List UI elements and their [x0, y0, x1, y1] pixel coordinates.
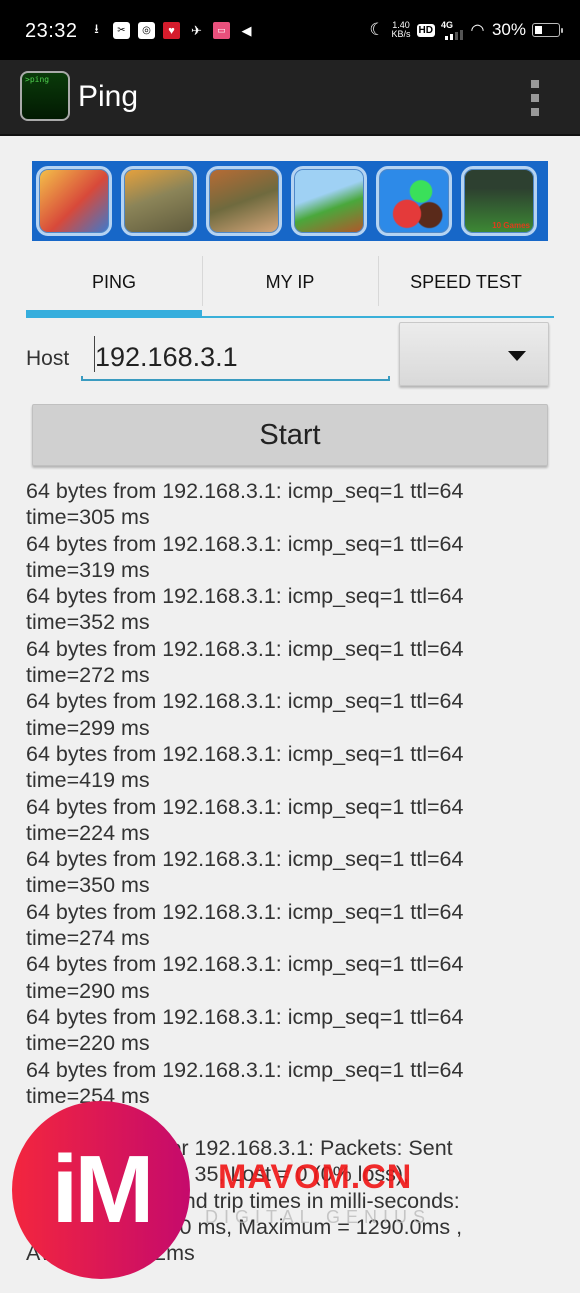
log-line: 64 bytes from 192.168.3.1: icmp_seq=1 tt…	[26, 636, 464, 661]
overflow-dot	[531, 80, 539, 88]
tab-label: MY IP	[265, 271, 315, 292]
text-cursor	[94, 336, 95, 372]
log-line: time=305 ms	[26, 505, 150, 530]
log-line: 64 bytes from 192.168.3.1: icmp_seq=1 tt…	[26, 584, 464, 609]
protocol-dropdown[interactable]	[399, 322, 549, 386]
log-line: time=419 ms	[26, 768, 150, 793]
tab-label: PING	[91, 271, 136, 292]
ping-log: 64 bytes from 192.168.3.1: icmp_seq=1 tt…	[26, 478, 556, 1109]
ad-caption: 10 Games	[492, 221, 530, 230]
pink-app-icon: ▭	[213, 22, 230, 39]
watermark-logo: iM	[12, 1101, 190, 1279]
tab-indicator	[202, 316, 378, 318]
overflow-dot	[531, 108, 539, 116]
dropdown-arrow-icon	[508, 351, 526, 361]
watermark-tagline: DIGITAL GENIUS	[205, 1207, 432, 1227]
game-ad-candy[interactable]	[376, 166, 452, 236]
game-ad-subway-runner[interactable]	[36, 166, 112, 236]
app-logo-icon: >ping	[20, 71, 70, 121]
watermark-logo-text: iM	[51, 1136, 155, 1243]
notification-icons: ⭳ ✂ ◎ ♥ ✈ ▭ ◀	[88, 20, 255, 39]
game-ad-tank[interactable]	[121, 166, 197, 236]
log-line: 64 bytes from 192.168.3.1: icmp_seq=1 tt…	[26, 794, 464, 819]
battery-percent: 30%	[491, 20, 526, 39]
game-ad-platformer[interactable]	[291, 166, 367, 236]
battery-icon	[532, 23, 563, 37]
game-ad-soldier[interactable]	[206, 166, 282, 236]
log-line: time=224 ms	[26, 820, 150, 845]
log-line: time=274 ms	[26, 926, 150, 951]
log-line: 64 bytes from 192.168.3.1: icmp_seq=1 tt…	[26, 689, 464, 714]
tab-bar: PING MY IP SPEED TEST	[26, 254, 554, 320]
log-line: 64 bytes from 192.168.3.1: icmp_seq=1 tt…	[26, 741, 464, 766]
ad-banner[interactable]: 10 Games	[32, 161, 548, 241]
heart-app-icon: ♥	[163, 22, 180, 39]
bird-icon: ✈	[191, 22, 202, 38]
log-line: time=319 ms	[26, 557, 150, 582]
log-line: time=220 ms	[26, 1031, 150, 1056]
status-time: 23:32	[25, 20, 78, 42]
tab-my-ip[interactable]: MY IP	[202, 254, 378, 318]
tab-ping[interactable]: PING	[26, 254, 202, 318]
log-line: 64 bytes from 192.168.3.1: icmp_seq=1 tt…	[26, 899, 464, 924]
host-label: Host	[26, 347, 70, 370]
hd-voice-icon: HD	[416, 23, 435, 37]
tab-speed-test[interactable]: SPEED TEST	[378, 254, 554, 318]
tab-indicator	[378, 316, 554, 318]
speaker-icon: ◀	[241, 22, 252, 38]
log-line: 64 bytes from 192.168.3.1: icmp_seq=1 tt…	[26, 531, 464, 556]
log-line: 64 bytes from 192.168.3.1: icmp_seq=1 tt…	[26, 1004, 464, 1029]
log-line: time=290 ms	[26, 978, 150, 1003]
game-ad-soccer[interactable]: 10 Games	[461, 166, 537, 236]
download-icon: ⭳	[94, 20, 99, 36]
host-input[interactable]	[81, 335, 390, 379]
log-line: time=352 ms	[26, 610, 150, 635]
network-speed: 1.40 KB/s	[392, 21, 411, 39]
log-line: 64 bytes from 192.168.3.1: icmp_seq=1 tt…	[26, 479, 464, 503]
overflow-dot	[531, 94, 539, 102]
tab-label: SPEED TEST	[410, 271, 522, 292]
tab-indicator-active	[26, 310, 202, 318]
overflow-menu-button[interactable]	[528, 80, 542, 116]
search-app-icon: ◎	[138, 22, 155, 39]
app-title: Ping	[78, 80, 139, 113]
app-logo-text: >ping	[25, 75, 50, 84]
system-icons: ☾ 1.40 KB/s HD 4G ◠ 30%	[369, 20, 563, 40]
log-line: 64 bytes from 192.168.3.1: icmp_seq=1 tt…	[26, 847, 464, 872]
status-bar: 23:32 ⭳ ✂ ◎ ♥ ✈ ▭ ◀ ☾ 1.40 KB/s HD 4G ◠ …	[0, 0, 580, 60]
start-button[interactable]: Start	[32, 404, 548, 466]
network-type-label: 4G	[440, 20, 453, 30]
network-speed-unit: KB/s	[391, 29, 411, 39]
wifi-icon: ◠	[470, 22, 485, 39]
app-notification-icon: ✂	[113, 22, 130, 39]
host-input-underline	[81, 376, 390, 381]
log-line: 64 bytes from 192.168.3.1: icmp_seq=1 tt…	[26, 1057, 464, 1082]
log-line: time=350 ms	[26, 873, 150, 898]
log-line: time=299 ms	[26, 715, 150, 740]
log-line: time=272 ms	[26, 663, 150, 688]
log-line: 64 bytes from 192.168.3.1: icmp_seq=1 tt…	[26, 952, 464, 977]
do-not-disturb-moon-icon: ☾	[369, 20, 385, 39]
watermark-site: MAVOM.CN	[218, 1158, 413, 1196]
action-bar: >ping Ping	[0, 60, 580, 136]
cellular-signal-icon: 4G	[441, 20, 463, 40]
